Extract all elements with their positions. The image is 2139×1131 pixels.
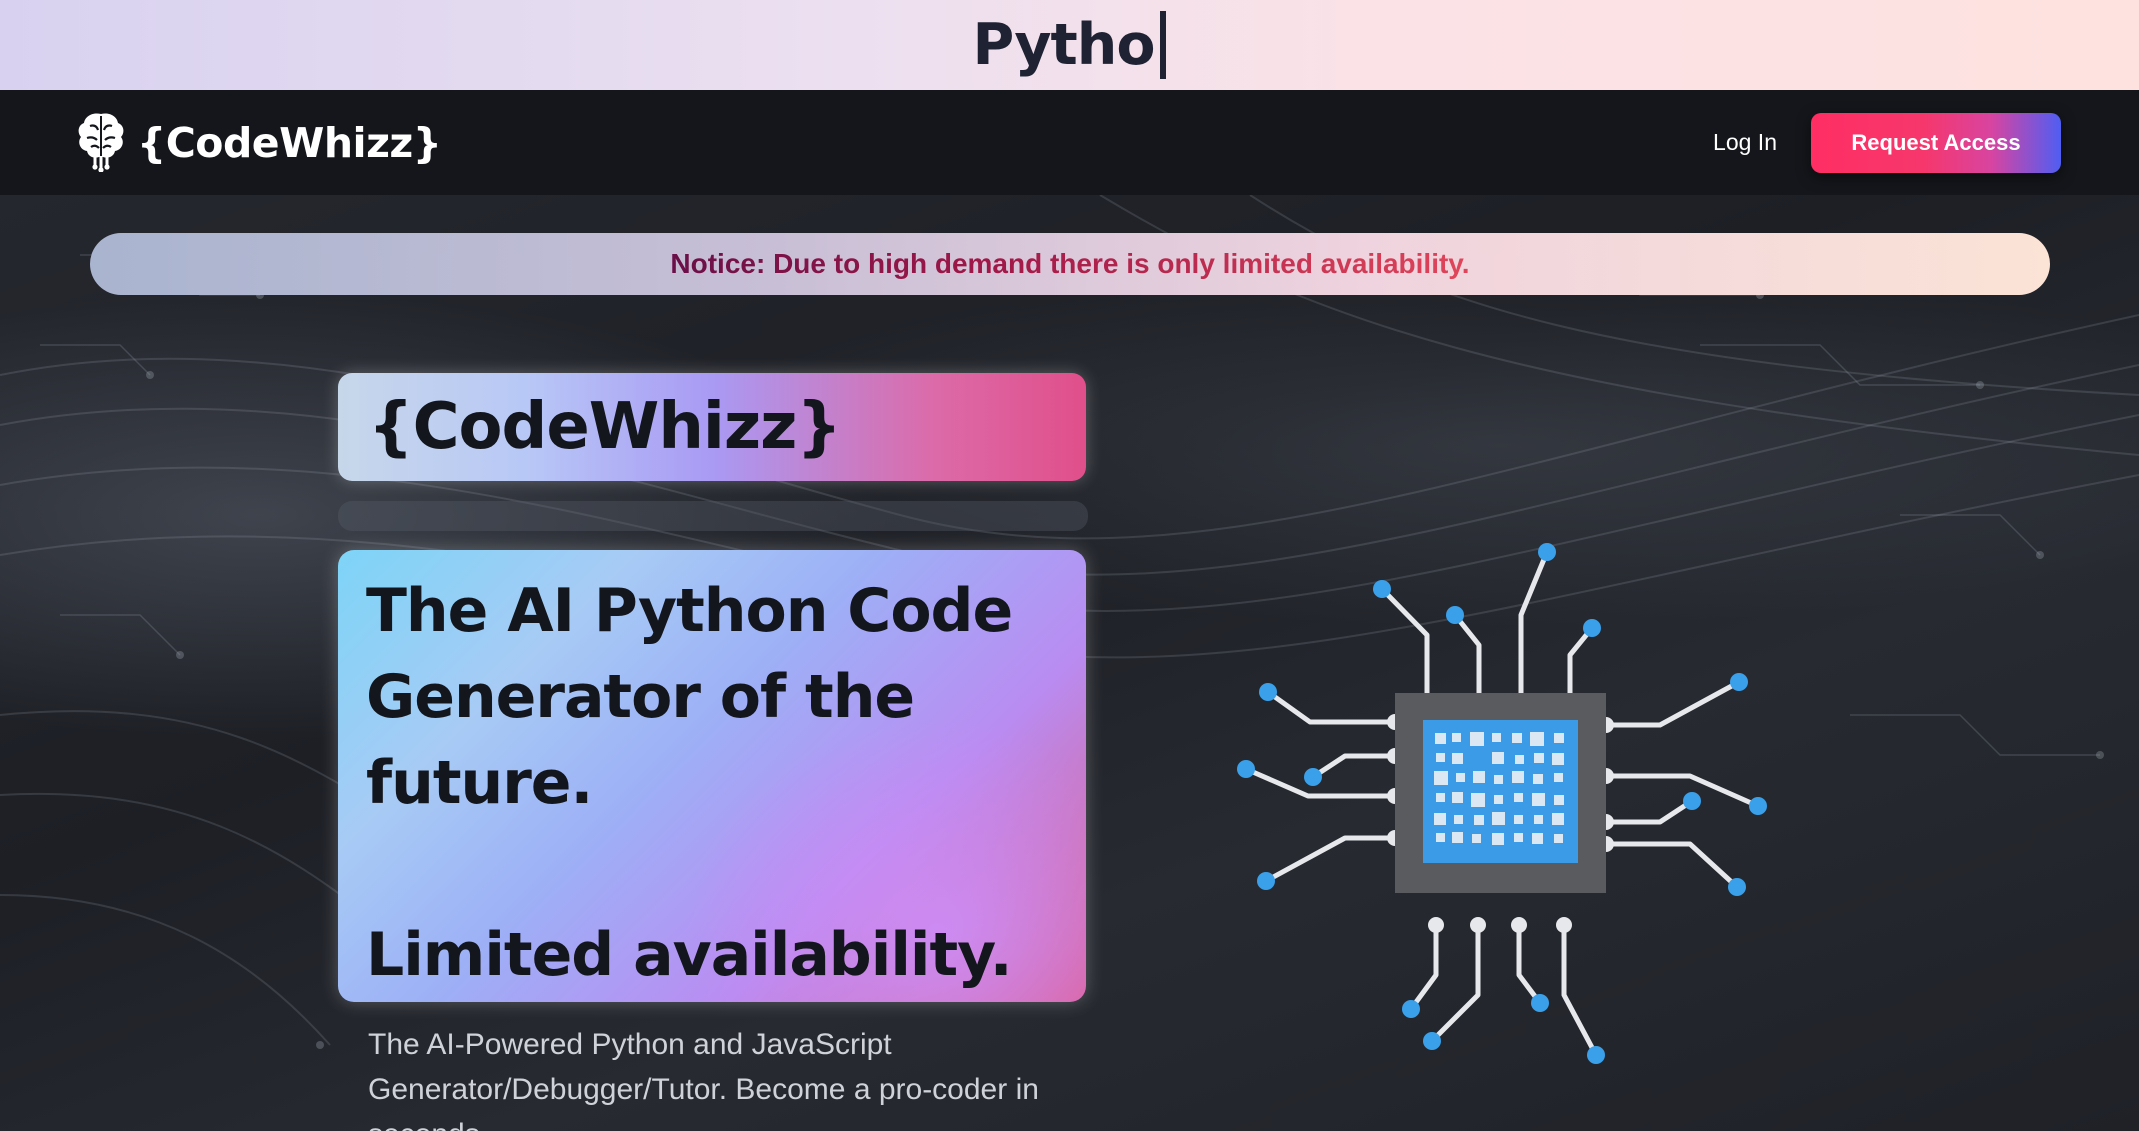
headline-line: The AI Python Code	[366, 576, 1013, 646]
notice-text: Notice: Due to high demand there is only…	[670, 248, 1470, 279]
headline-availability: Limited availability.	[366, 920, 1013, 990]
typewriter-banner: Pytho	[0, 0, 2139, 90]
text-caret	[1160, 11, 1167, 79]
typed-text: Pytho	[972, 12, 1156, 78]
cpu-chip-icon	[1237, 543, 1767, 1064]
brand-card: {CodeWhizz}	[338, 373, 1086, 481]
login-link[interactable]: Log In	[1713, 129, 1777, 156]
headline-spacer	[366, 826, 1058, 912]
typewriter-text: Pytho	[973, 11, 1167, 79]
logo-link[interactable]: {CodeWhizz}	[75, 110, 442, 176]
headline-card: The AI Python Code Generator of the futu…	[338, 550, 1086, 1002]
brand-card-title: {CodeWhizz}	[368, 390, 842, 464]
notice-banner: Notice: Due to high demand there is only…	[90, 233, 2050, 295]
headline-line: Generator of the	[366, 662, 915, 732]
hero-section: Notice: Due to high demand there is only…	[0, 195, 2139, 1131]
brand-name: {CodeWhizz}	[137, 118, 442, 167]
headline-line: future.	[366, 748, 593, 818]
divider-bar	[338, 501, 1088, 531]
nav-actions: Log In Request Access	[1713, 112, 2061, 173]
navbar: {CodeWhizz} Log In Request Access	[0, 90, 2139, 195]
hero-description: The AI-Powered Python and JavaScript Gen…	[368, 1028, 1039, 1131]
brain-circuit-icon	[75, 110, 127, 176]
request-access-button[interactable]: Request Access	[1811, 112, 2061, 173]
